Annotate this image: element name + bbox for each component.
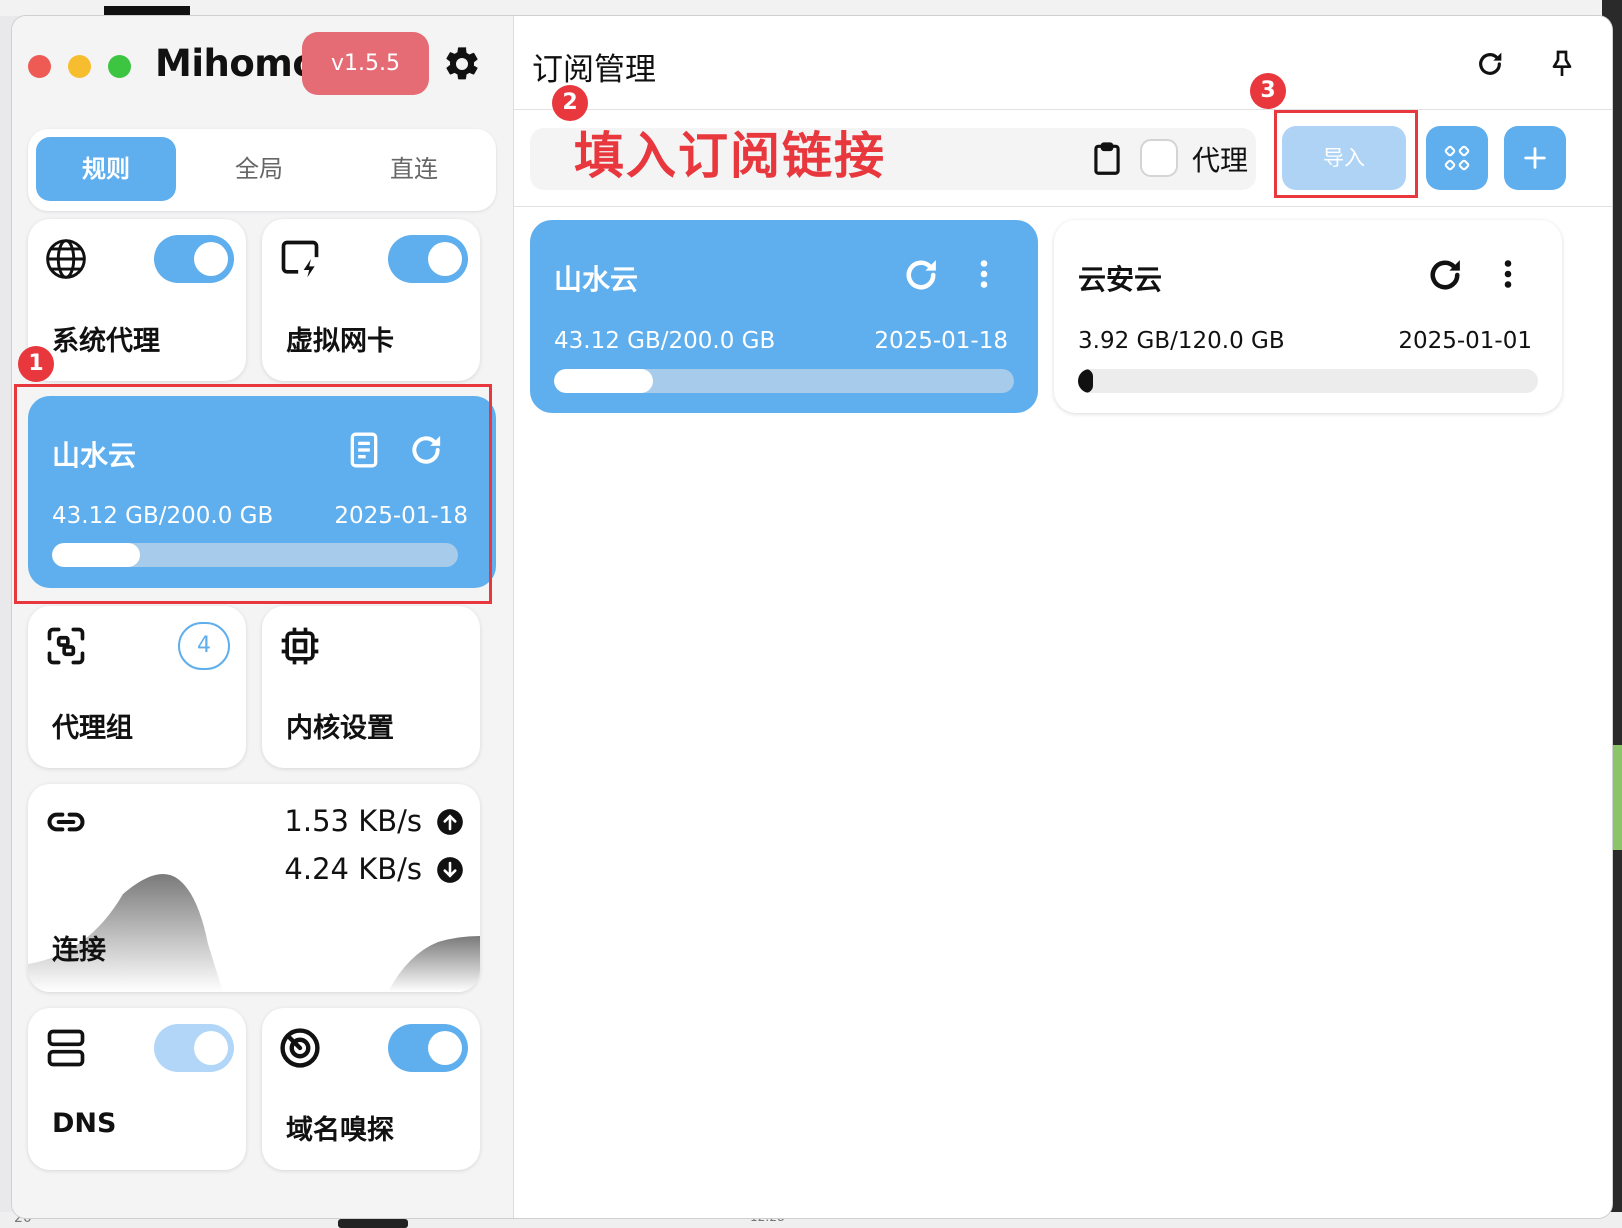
tun-card[interactable]: 虚拟网卡	[262, 219, 480, 381]
mode-global-tab[interactable]: 全局	[189, 137, 329, 201]
minimize-window-button[interactable]	[68, 55, 91, 78]
header-divider	[514, 109, 1612, 110]
tun-label: 虚拟网卡	[286, 326, 394, 357]
open-substore-button[interactable]	[1426, 126, 1488, 190]
page-title: 订阅管理	[532, 52, 656, 88]
system-proxy-card[interactable]: 系统代理	[28, 219, 246, 381]
more-options-icon[interactable]	[1490, 256, 1526, 292]
subscription-name: 云安云	[1078, 263, 1163, 296]
pin-icon[interactable]	[1546, 48, 1578, 80]
maximize-window-button[interactable]	[108, 55, 131, 78]
annotation-box-1	[14, 384, 492, 604]
sniffing-card[interactable]: 域名嗅探	[262, 1008, 480, 1170]
substore-icon	[1444, 145, 1470, 171]
download-arrow-icon	[437, 857, 463, 883]
dns-card[interactable]: DNS	[28, 1008, 246, 1170]
main-panel: 订阅管理 填入订阅链接 代理 导入 2 3 山水云 43.12 GB/200.0…	[514, 16, 1612, 1218]
cpu-chip-icon	[281, 627, 319, 665]
toolbar-divider	[514, 206, 1612, 207]
app-window: Mihomo v1.5.5 规则 全局 直连 系统代理 虚拟网卡 山水云 43.…	[12, 16, 1612, 1218]
more-options-icon[interactable]	[966, 256, 1002, 292]
subscription-name: 山水云	[554, 263, 639, 296]
desktop-menubar-item	[104, 6, 190, 16]
system-proxy-label: 系统代理	[52, 326, 160, 357]
subscription-usage: 43.12 GB/200.0 GB	[554, 328, 776, 354]
subscription-progress	[1078, 369, 1538, 393]
annotation-box-3	[1274, 110, 1418, 198]
settings-gear-icon[interactable]	[442, 44, 482, 84]
close-window-button[interactable]	[28, 55, 51, 78]
link-icon	[47, 812, 85, 832]
subscription-date: 2025-01-01	[1398, 328, 1532, 354]
version-badge[interactable]: v1.5.5	[302, 32, 429, 95]
url-input-annotation: 填入订阅链接	[574, 127, 886, 185]
proxy-checkbox[interactable]	[1140, 139, 1178, 177]
dns-toggle[interactable]	[154, 1024, 234, 1072]
dns-label: DNS	[52, 1108, 117, 1139]
subscription-card[interactable]: 山水云 43.12 GB/200.0 GB 2025-01-18	[530, 220, 1038, 413]
network-adapter-icon	[281, 240, 319, 278]
refresh-icon[interactable]	[900, 254, 942, 296]
plus-icon	[1524, 147, 1546, 169]
proxy-group-label: 代理组	[52, 713, 133, 744]
subscription-progress-fill	[1078, 369, 1094, 393]
upload-arrow-icon	[437, 809, 463, 835]
mode-direct-tab[interactable]: 直连	[344, 137, 484, 201]
sidebar: Mihomo v1.5.5 规则 全局 直连 系统代理 虚拟网卡 山水云 43.…	[12, 16, 514, 1218]
desktop-bottom-item	[338, 1219, 408, 1228]
app-logo: Mihomo	[155, 42, 318, 85]
refresh-all-icon[interactable]	[1474, 48, 1506, 80]
subscription-progress	[554, 369, 1014, 393]
upload-speed: 1.53 KB/s	[284, 804, 422, 838]
core-settings-label: 内核设置	[286, 713, 394, 744]
subscription-card[interactable]: 云安云 3.92 GB/120.0 GB 2025-01-01	[1054, 220, 1562, 413]
server-icon	[47, 1029, 85, 1067]
mode-switcher: 规则 全局 直连	[28, 129, 496, 211]
globe-icon	[46, 239, 86, 279]
connections-card[interactable]: 1.53 KB/s 4.24 KB/s 连接	[28, 784, 480, 992]
system-proxy-toggle[interactable]	[154, 235, 234, 283]
annotation-badge-2: 2	[552, 85, 588, 121]
download-speed: 4.24 KB/s	[284, 852, 422, 886]
proxy-checkbox-label: 代理	[1192, 144, 1249, 177]
sniffing-toggle[interactable]	[388, 1024, 468, 1072]
proxy-group-count-badge: 4	[178, 622, 230, 670]
tun-toggle[interactable]	[388, 235, 468, 283]
sniffing-label: 域名嗅探	[286, 1115, 394, 1146]
core-settings-card[interactable]: 内核设置	[262, 606, 480, 768]
subscription-usage: 3.92 GB/120.0 GB	[1078, 328, 1285, 354]
subscription-date: 2025-01-18	[874, 328, 1008, 354]
add-profile-button[interactable]	[1504, 126, 1566, 190]
annotation-badge-3: 3	[1250, 73, 1286, 109]
connections-label: 连接	[52, 935, 106, 966]
clipboard-icon[interactable]	[1088, 140, 1126, 178]
annotation-badge-1: 1	[18, 346, 54, 382]
radar-icon	[280, 1028, 320, 1068]
subscription-progress-fill	[554, 369, 654, 393]
refresh-icon[interactable]	[1424, 254, 1466, 296]
mode-rule-tab[interactable]: 规则	[36, 137, 176, 201]
desktop-top-strip	[0, 0, 1622, 16]
proxy-group-icon	[47, 627, 85, 665]
proxy-group-card[interactable]: 4 代理组	[28, 606, 246, 768]
